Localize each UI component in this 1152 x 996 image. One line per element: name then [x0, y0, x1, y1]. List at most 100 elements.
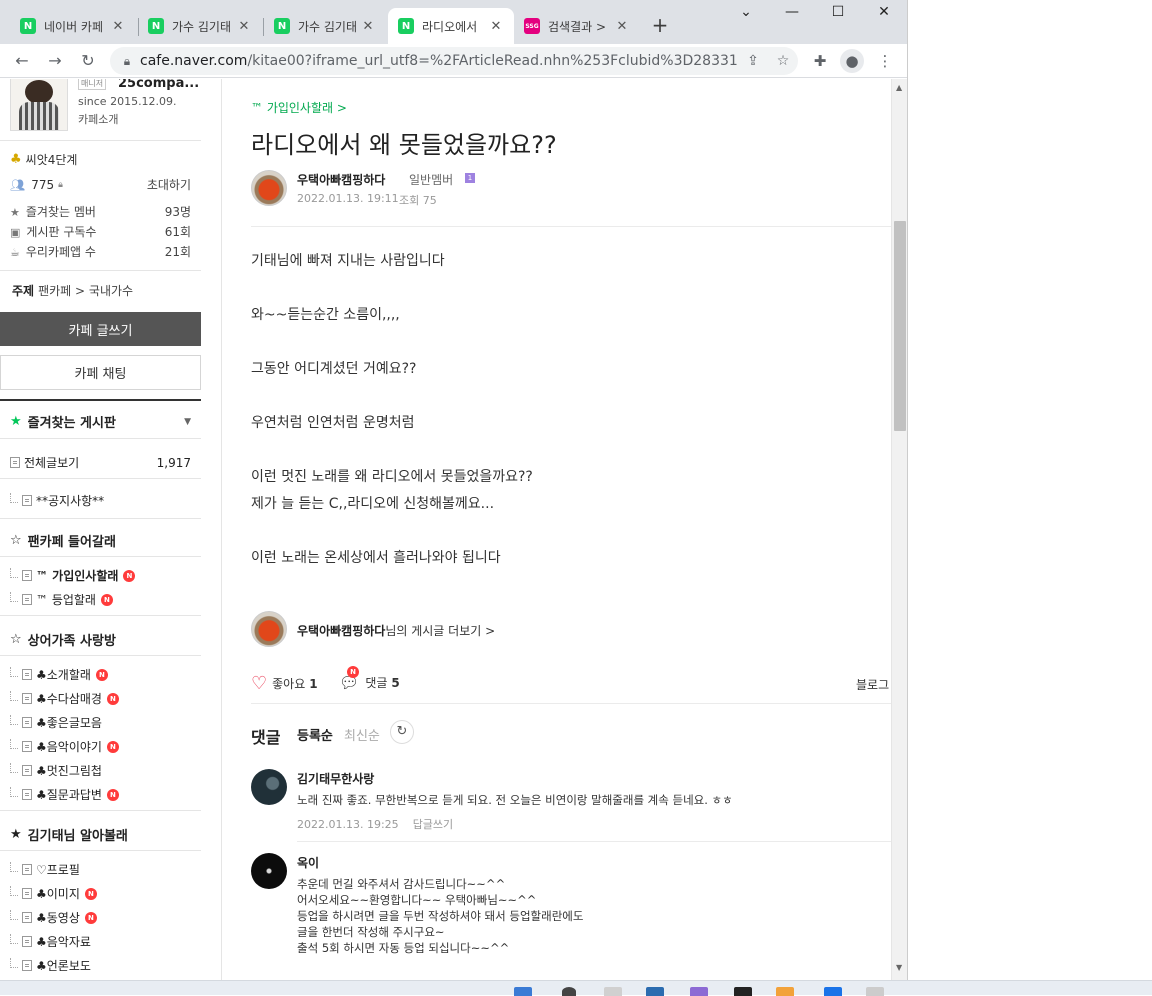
menu-level-up[interactable]: ™ 등업할래 N [10, 591, 191, 608]
star-outline-icon: ☆ [10, 533, 22, 548]
menu-press[interactable]: ♣언론보도 [10, 957, 191, 974]
like-button[interactable]: ♡ 좋아요 1 [251, 673, 318, 694]
comment-avatar[interactable] [251, 853, 287, 889]
dropdown-arrow-icon[interactable]: ▼ [184, 417, 191, 427]
board-link[interactable]: ™ 가입인사할래 > [251, 99, 347, 116]
heart-icon: ♡ [251, 673, 268, 694]
sort-registered[interactable]: 등록순 [297, 725, 333, 744]
close-window-button[interactable]: ✕ [862, 4, 906, 26]
menu-profile[interactable]: ♡프로필 [10, 861, 191, 878]
bookmark-star-icon[interactable]: ☆ [768, 53, 798, 69]
browser-toolbar: ← → ↻ 🔒︎ cafe.naver.com/kitae00?iframe_u… [0, 44, 907, 78]
cafe-chat-button[interactable]: 카페 채팅 [0, 355, 201, 390]
back-button[interactable]: ← [10, 49, 34, 73]
menu-music-data[interactable]: ♣음악자료 [10, 933, 191, 950]
grade-badge: 1 [465, 173, 475, 183]
tab-singer-1[interactable]: N 가수 김기태 ✕ [138, 8, 262, 44]
maximize-button[interactable]: ☐ [816, 4, 860, 26]
more-posts-link[interactable]: 우택아빠캠핑하다님의 게시글 더보기 > [297, 622, 495, 639]
section-family-header: ☆ 상어가족 사랑방 [10, 632, 116, 649]
menu-images[interactable]: ♣이미지 N [10, 885, 191, 902]
article-views: 조회 75 [399, 194, 437, 207]
comments-header: 댓글 [251, 728, 281, 747]
document-icon [22, 570, 32, 581]
new-badge: N [123, 569, 136, 582]
lock-small-icon: 🔒︎ [58, 179, 63, 190]
body-paragraph: 이런 노래는 온세상에서 흘러나와야 됩니다 [251, 550, 501, 566]
menu-videos[interactable]: ♣동영상 N [10, 909, 191, 926]
close-icon[interactable]: ✕ [614, 19, 630, 34]
minimize-button[interactable]: — [770, 4, 814, 26]
url-text: cafe.naver.com/kitae00?iframe_url_utf8=%… [140, 53, 738, 69]
comment-text: 출석 5회 하시면 자동 등업 되십니다~~^^ [297, 941, 510, 955]
scroll-down-arrow-icon[interactable]: ▼ [896, 963, 902, 972]
page-scrollbar[interactable]: ▲ ▼ [891, 79, 907, 980]
author-name[interactable]: 우택아빠캠핑하다 [297, 171, 385, 188]
document-icon [22, 669, 32, 680]
address-bar[interactable]: 🔒︎ cafe.naver.com/kitae00?iframe_url_utf… [110, 47, 798, 75]
lock-icon[interactable]: 🔒︎ [114, 54, 140, 69]
comment-count-button[interactable]: 💬︎ N 댓글 5 [339, 666, 400, 692]
favorite-boards-header[interactable]: ★ 즐겨찾는 게시판 ▼ [10, 412, 191, 431]
scroll-up-arrow-icon[interactable]: ▲ [896, 83, 902, 92]
manager-name[interactable]: 25compa... [118, 79, 199, 91]
desktop-background [908, 0, 1152, 995]
menu-qna[interactable]: ♣질문과답변 N [10, 786, 191, 803]
cafe-intro-link[interactable]: 카페소개 [78, 111, 118, 127]
comment-author[interactable]: 김기태무한사랑 [297, 770, 374, 787]
menu-chat[interactable]: ♣수다삼매경 N [10, 690, 191, 707]
new-badge: N [347, 666, 359, 678]
reload-button[interactable]: ↻ [76, 49, 100, 73]
new-badge: N [100, 593, 113, 606]
menu-join-greeting[interactable]: ™ 가입인사할래 N [10, 567, 191, 584]
author-avatar-small[interactable] [251, 611, 287, 647]
star-outline-icon: ☆ [10, 632, 22, 647]
menu-intro[interactable]: ♣소개할래 N [10, 666, 191, 683]
author-avatar[interactable] [251, 170, 287, 206]
menu-notice[interactable]: **공지사항** [10, 492, 191, 509]
invite-link[interactable]: 초대하기 [147, 176, 191, 193]
members-icon: 👥︎ [10, 177, 26, 192]
cafe-level[interactable]: ♣ 씨앗4단계 [10, 151, 77, 168]
naver-cafe-icon: N [274, 18, 290, 34]
tab-search-results[interactable]: SSG 검색결과 > ✕ [514, 8, 640, 44]
comment-avatar[interactable] [251, 769, 287, 805]
refresh-icon[interactable]: ↻ [390, 720, 414, 744]
forward-button[interactable]: → [43, 49, 67, 73]
section-kimkitae-header: ★ 김기태님 알아볼래 [10, 827, 128, 844]
tab-search-button[interactable]: ⌄ [724, 4, 768, 26]
menu-good-writings[interactable]: ♣좋은글모음 [10, 714, 191, 731]
close-icon[interactable]: ✕ [110, 19, 126, 34]
reply-link[interactable]: 답글쓰기 [413, 818, 453, 831]
manager-badge: 매니저 [78, 79, 107, 90]
naver-cafe-icon: N [20, 18, 36, 34]
manager-avatar[interactable] [10, 79, 68, 131]
body-paragraph: 기태님에 빠져 지내는 사람입니다 [251, 253, 445, 269]
tab-singer-2[interactable]: N 가수 김기태 ✕ [264, 8, 386, 44]
menu-music-talk[interactable]: ♣음악이야기 N [10, 738, 191, 755]
menu-kebab-icon[interactable]: ⋮ [873, 49, 897, 73]
image-board-icon [22, 888, 32, 899]
tab-radio-article[interactable]: N 라디오에서 ✕ [388, 8, 514, 44]
extensions-icon[interactable]: ✚ [808, 49, 832, 73]
cafe-write-button[interactable]: 카페 글쓰기 [0, 312, 201, 346]
scroll-thumb[interactable] [894, 221, 906, 431]
comment-author[interactable]: 옥이 [297, 854, 319, 871]
document-icon [22, 693, 32, 704]
menu-all-posts[interactable]: 전체글보기 1,917 [10, 454, 191, 471]
tab-naver-cafe[interactable]: N 네이버 카페 ✕ [10, 8, 136, 44]
app-icon: ☕︎ [10, 246, 20, 259]
share-icon[interactable]: ⇪ [738, 53, 768, 69]
close-icon[interactable]: ✕ [488, 19, 504, 34]
author-grade: 일반멤버 [409, 173, 454, 187]
blog-share-button[interactable]: 블로그 [856, 676, 889, 693]
close-icon[interactable]: ✕ [236, 19, 252, 34]
seed-icon: ♣ [10, 152, 22, 167]
sort-latest[interactable]: 최신순 [344, 725, 380, 744]
new-badge: N [84, 911, 97, 924]
member-count[interactable]: 775 [31, 178, 54, 192]
menu-gallery[interactable]: ♣멋진그림첩 [10, 762, 191, 779]
close-icon[interactable]: ✕ [360, 19, 376, 34]
new-tab-button[interactable]: + [646, 14, 674, 38]
profile-avatar-icon[interactable]: ● [840, 49, 864, 73]
